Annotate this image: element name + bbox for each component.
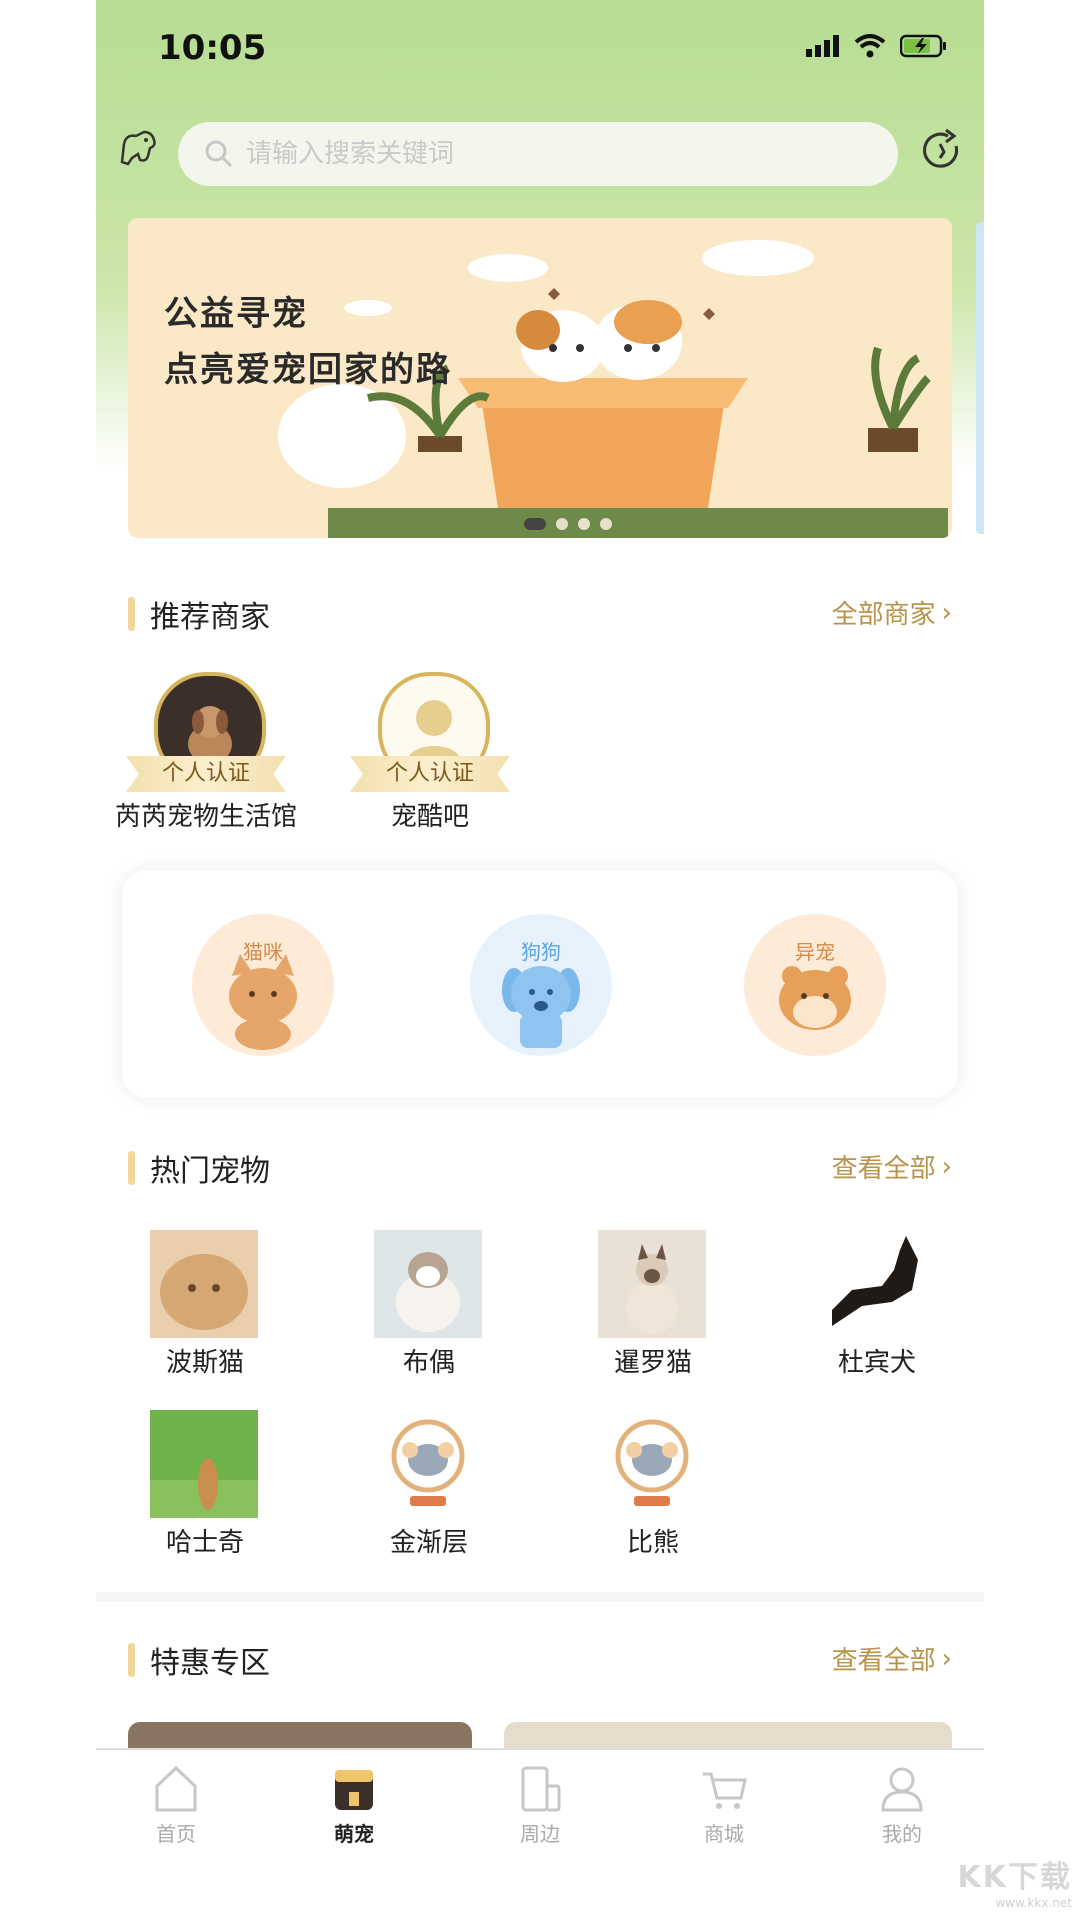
dog-icon	[502, 966, 580, 1048]
search-row	[96, 118, 984, 188]
pet-image	[822, 1230, 930, 1338]
search-icon	[205, 140, 233, 168]
wifi-icon	[854, 34, 886, 58]
pet-name: 布偶	[402, 1348, 455, 1378]
pagination-dot[interactable]	[600, 518, 612, 530]
pagination-dot[interactable]	[524, 518, 546, 530]
all-merchants-link[interactable]: 全部商家 ›	[832, 594, 952, 631]
status-bar: 10:05	[96, 0, 984, 100]
chevron-right-icon: ›	[941, 1643, 952, 1674]
category-exotic[interactable]: 异宠	[744, 914, 886, 1056]
pet-placeholder-logo	[391, 1419, 465, 1506]
section-title: 特惠专区	[150, 1646, 270, 1681]
section-bar	[128, 1151, 135, 1185]
bottom-tab-bar: 首页 萌宠 周边 商城 我的	[96, 1748, 984, 1870]
banner-carousel[interactable]: 公益寻宠 点亮爱宠回家的路	[128, 218, 952, 538]
pet-name: 暹罗猫	[613, 1348, 692, 1378]
tab-pets[interactable]: 萌宠	[294, 1764, 414, 1847]
category-dog[interactable]: 狗狗	[470, 914, 612, 1056]
pet-placeholder-logo	[615, 1419, 689, 1506]
verified-badge: 个人认证	[126, 756, 286, 792]
doberman-photo	[822, 1230, 930, 1338]
section-divider	[96, 1592, 984, 1602]
next-banner-peek	[976, 222, 984, 534]
section-title: 推荐商家	[150, 600, 270, 635]
verified-badge: 个人认证	[350, 756, 510, 792]
merchant-card[interactable]: 个人认证 芮芮宠物生活馆	[115, 672, 297, 842]
view-all-deals-link[interactable]: 查看全部 ›	[832, 1640, 952, 1677]
merchants-header: 推荐商家 全部商家 ›	[128, 588, 952, 638]
siamese-cat-photo	[598, 1230, 706, 1338]
nearby-icon	[521, 1766, 561, 1812]
view-all-label: 查看全部	[831, 1646, 936, 1676]
tab-profile[interactable]: 我的	[842, 1764, 962, 1847]
chevron-right-icon: ›	[941, 1151, 952, 1182]
cart-icon	[703, 1772, 747, 1809]
pagination-dot[interactable]	[556, 518, 568, 530]
pagination-dot[interactable]	[578, 518, 590, 530]
pet-name: 金渐层	[389, 1528, 468, 1558]
merchant-name: 宠酷吧	[390, 802, 469, 832]
view-all-pets-link[interactable]: 查看全部 ›	[832, 1148, 952, 1185]
all-merchants-label: 全部商家	[831, 600, 936, 630]
pet-image	[374, 1410, 482, 1518]
search-input[interactable]	[244, 138, 868, 170]
pet-name: 杜宾犬	[837, 1348, 916, 1378]
watermark-text: KK下载	[957, 1860, 1072, 1895]
user-icon	[881, 1767, 923, 1812]
deals-header: 特惠专区 查看全部 ›	[128, 1634, 952, 1684]
persian-cat-photo	[150, 1230, 258, 1338]
banner-title: 公益寻宠 点亮爱宠回家的路	[164, 286, 452, 398]
hamster-icon	[779, 966, 851, 1030]
ragdoll-cat-photo	[374, 1230, 482, 1338]
pet-image	[598, 1230, 706, 1338]
pet-image	[150, 1230, 258, 1338]
merchant-name: 芮芮宠物生活馆	[114, 802, 297, 832]
banner-line-2: 点亮爱宠回家的路	[164, 351, 452, 389]
refresh-icon[interactable]	[918, 126, 966, 174]
husky-photo	[150, 1410, 258, 1518]
hot-pets-header: 热门宠物 查看全部 ›	[128, 1142, 952, 1192]
app-screen: 10:05 请输入搜索关键词 公益寻宠 点亮爱宠回家的路 推荐商家 全部商家 ›…	[96, 0, 984, 1920]
view-all-label: 查看全部	[831, 1154, 936, 1184]
home-icon	[155, 1765, 197, 1812]
tab-mall[interactable]: 商城	[664, 1764, 784, 1847]
search-bar[interactable]	[178, 122, 898, 186]
section-bar	[128, 1643, 135, 1677]
category-cat[interactable]: 猫咪	[192, 914, 334, 1056]
status-time: 10:05	[158, 28, 267, 68]
pet-name: 比熊	[626, 1528, 679, 1558]
watermark: KK下载 www.kkx.net	[958, 1852, 1073, 1910]
tab-label: 我的	[882, 1822, 922, 1846]
pet-image	[598, 1410, 706, 1518]
tab-label: 萌宠	[334, 1822, 374, 1846]
pet-shop-icon	[335, 1770, 373, 1810]
watermark-url: www.kkx.net	[995, 1896, 1072, 1910]
pet-image	[374, 1230, 482, 1338]
banner-pagination	[524, 518, 612, 530]
tab-home[interactable]: 首页	[116, 1764, 236, 1847]
cellular-signal-icon	[806, 35, 839, 57]
banner-line-1: 公益寻宠	[164, 295, 308, 333]
section-title: 热门宠物	[150, 1154, 270, 1189]
status-icons	[806, 34, 948, 58]
tab-label: 首页	[156, 1822, 196, 1846]
tab-nearby[interactable]: 周边	[480, 1764, 600, 1847]
battery-charging-icon	[900, 34, 946, 58]
tab-label: 商城	[704, 1822, 744, 1846]
pet-category-card: 猫咪 狗狗 异宠	[122, 870, 958, 1098]
pet-name: 哈士奇	[165, 1528, 244, 1558]
chevron-right-icon: ›	[941, 597, 952, 628]
pet-image	[150, 1410, 258, 1518]
section-bar	[128, 597, 135, 631]
tab-label: 周边	[520, 1822, 560, 1846]
merchant-card[interactable]: 个人认证 宠酷吧	[350, 672, 520, 842]
cat-icon	[229, 954, 297, 1050]
pet-name: 波斯猫	[165, 1348, 244, 1378]
dog-logo-icon[interactable]	[114, 124, 162, 172]
